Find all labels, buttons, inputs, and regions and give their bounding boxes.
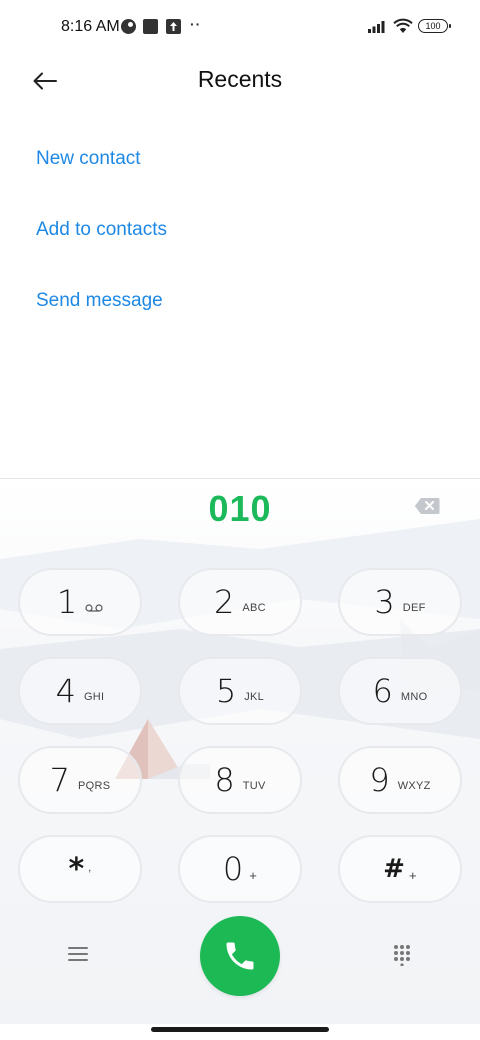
- key-digit: 2: [214, 583, 235, 621]
- key-letters: MNO: [400, 691, 428, 703]
- key-1[interactable]: 1: [18, 568, 142, 636]
- key-5[interactable]: 5 JKL: [178, 657, 302, 725]
- dialed-number-display: 010: [208, 488, 272, 529]
- more-dots-icon: ··: [190, 16, 202, 32]
- key-digit: 1: [56, 583, 78, 621]
- battery-icon: 100: [418, 19, 451, 33]
- menu-button[interactable]: [66, 944, 90, 964]
- key-digit: *: [68, 851, 85, 887]
- key-letters: ,: [88, 862, 92, 874]
- key-digit: 8: [214, 761, 235, 799]
- key-letters: ABC: [242, 602, 266, 614]
- key-letters: DEF: [402, 602, 426, 614]
- key-letters: +: [408, 867, 417, 883]
- key-6[interactable]: 6 MNO: [338, 657, 462, 725]
- key-letters: PQRS: [77, 780, 111, 792]
- key-7[interactable]: 7 PQRS: [18, 746, 142, 814]
- key-4[interactable]: 4 GHI: [18, 657, 142, 725]
- key-digit: 5: [215, 672, 237, 710]
- new-contact-link[interactable]: New contact: [36, 148, 141, 170]
- status-right-group: 100: [368, 18, 451, 34]
- page-title: Recents: [197, 66, 283, 92]
- key-letters: TUV: [242, 780, 266, 792]
- key-digit: 3: [374, 583, 395, 621]
- status-time: 8:16 AM: [61, 18, 120, 35]
- key-digit: 4: [55, 672, 76, 710]
- square-notification-icon: [143, 19, 158, 34]
- keypad-toggle-button[interactable]: [392, 944, 412, 967]
- key-9[interactable]: 9 WXYZ: [338, 746, 462, 814]
- key-hash[interactable]: # +: [338, 835, 462, 903]
- backspace-icon: [414, 498, 440, 514]
- key-digit: 0: [222, 850, 244, 888]
- key-digit: 7: [49, 761, 70, 799]
- key-2[interactable]: 2 ABC: [178, 568, 302, 636]
- key-letters: WXYZ: [397, 780, 431, 792]
- wifi-icon: [393, 18, 413, 33]
- key-0[interactable]: 0 +: [178, 835, 302, 903]
- call-button[interactable]: [200, 916, 280, 996]
- key-digit: 6: [372, 672, 393, 710]
- vpn-icon: [121, 19, 136, 34]
- key-digit: #: [383, 854, 405, 884]
- send-message-link[interactable]: Send message: [36, 290, 163, 312]
- key-digit: 9: [369, 761, 390, 799]
- key-letters: GHI: [83, 691, 105, 703]
- key-letters: +: [249, 867, 258, 883]
- upload-icon: [166, 19, 181, 34]
- add-to-contacts-link[interactable]: Add to contacts: [36, 219, 167, 241]
- home-indicator[interactable]: [151, 1027, 329, 1032]
- key-3[interactable]: 3 DEF: [338, 568, 462, 636]
- key-star[interactable]: * ,: [18, 835, 142, 903]
- hamburger-menu-icon: [68, 947, 88, 961]
- key-letters: JKL: [244, 691, 265, 703]
- dialpad-icon: [394, 945, 410, 967]
- voicemail-icon: [85, 604, 103, 612]
- backspace-button[interactable]: [414, 497, 440, 515]
- key-8[interactable]: 8 TUV: [178, 746, 302, 814]
- status-bar: 8:16 AM ·· 100: [0, 0, 480, 56]
- phone-icon: [226, 942, 254, 970]
- signal-icon: [368, 21, 385, 33]
